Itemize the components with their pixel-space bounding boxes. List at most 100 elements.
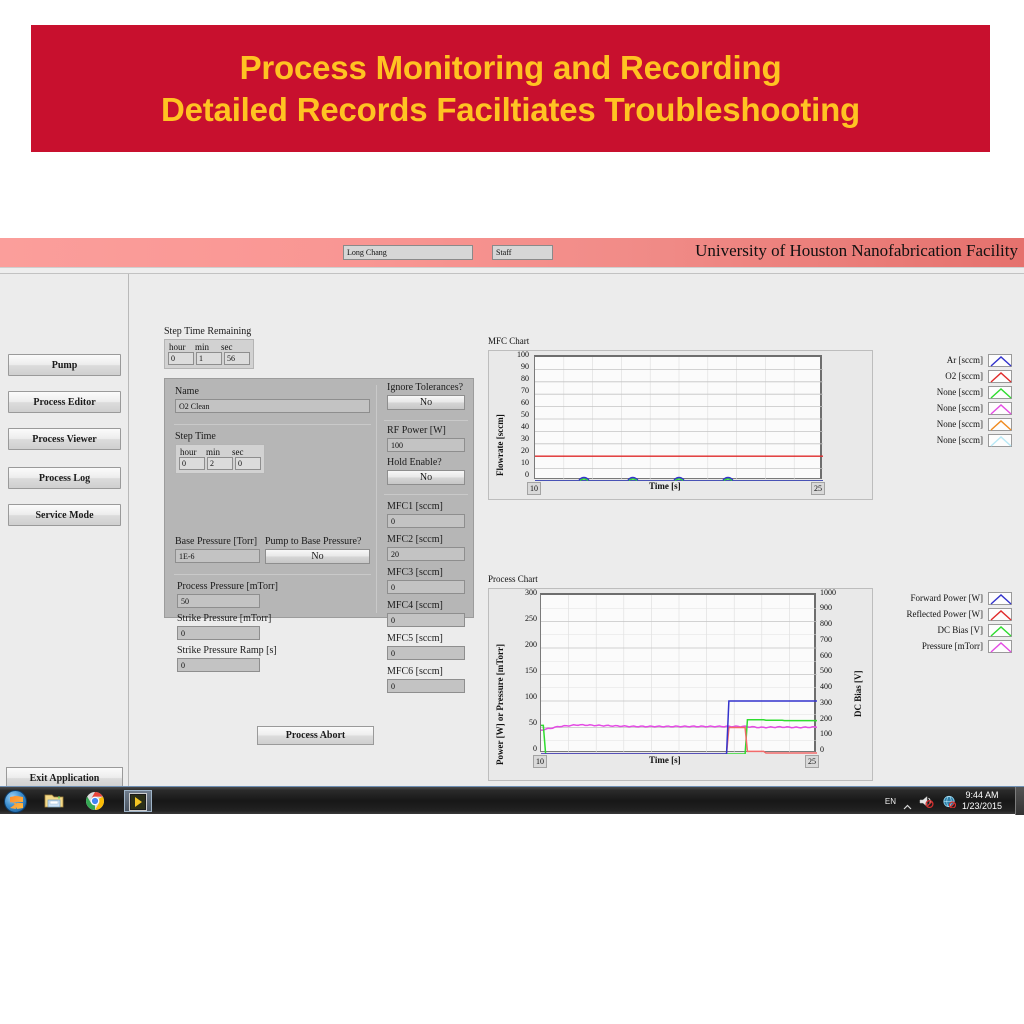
legend-row[interactable]: None [sccm] [872, 384, 1012, 400]
legend-row[interactable]: None [sccm] [872, 432, 1012, 448]
mfc6-input[interactable]: 0 [387, 679, 465, 693]
legend-row[interactable]: O2 [sccm] [872, 368, 1012, 384]
mfc5-input[interactable]: 0 [387, 646, 465, 660]
start-button-icon[interactable] [4, 790, 27, 813]
name-label: Name [175, 386, 199, 397]
mfc-ytick-80: 80 [521, 374, 529, 383]
remaining-sec-header: sec [221, 342, 233, 352]
mfc4-label: MFC4 [sccm] [387, 600, 443, 611]
process-abort-button[interactable]: Process Abort [257, 726, 374, 745]
mfc-legend-label-o2: O2 [sccm] [945, 371, 983, 381]
step-hour-input[interactable]: 0 [179, 457, 205, 470]
user-role-field[interactable]: Staff [492, 245, 553, 260]
step-sec-input[interactable]: 0 [235, 457, 261, 470]
hold-enable-label: Hold Enable? [387, 457, 442, 468]
mfc5-group: MFC5 [sccm] 0 [387, 633, 465, 660]
mfc-plot-area[interactable] [534, 355, 823, 481]
mfc-xtick-max: 25 [811, 482, 825, 495]
title-banner: Process Monitoring and Recording Detaile… [31, 25, 990, 152]
name-field-group: Name O2 Clean [175, 386, 370, 413]
proc-legend-label-pressure: Pressure [mTorr] [921, 641, 983, 651]
proc-y2tick-600: 600 [820, 651, 832, 660]
tray-expand-chevron-icon[interactable] [903, 798, 912, 816]
mfc1-input[interactable]: 0 [387, 514, 465, 528]
remaining-hour-value: 0 [168, 352, 194, 365]
mfc-ytick-90: 90 [521, 362, 529, 371]
labview-icon[interactable] [124, 790, 152, 812]
mfc6-group: MFC6 [sccm] 0 [387, 666, 465, 693]
process-pressure-input[interactable]: 50 [177, 594, 260, 608]
process-y2-axis-title: DC Bias [V] [853, 670, 863, 718]
ignore-tolerances-group: Ignore Tolerances? No [387, 382, 465, 410]
legend-row[interactable]: Pressure [mTorr] [866, 638, 1012, 654]
proc-y2tick-700: 700 [820, 635, 832, 644]
user-name-field[interactable]: Long Chang [343, 245, 473, 260]
banner-line-2: Detailed Records Faciltiates Troubleshoo… [160, 90, 860, 128]
mfc-ytick-40: 40 [521, 422, 529, 431]
base-pressure-input[interactable]: 1E-6 [175, 549, 260, 563]
proc-y2tick-100: 100 [820, 729, 832, 738]
mfc4-group: MFC4 [sccm] 0 [387, 600, 465, 627]
rf-power-input[interactable]: 100 [387, 438, 465, 452]
proc-y2tick-400: 400 [820, 682, 832, 691]
legend-row[interactable]: Forward Power [W] [866, 590, 1012, 606]
mfc2-group: MFC2 [sccm] 20 [387, 534, 465, 561]
hold-enable-toggle[interactable]: No [387, 470, 465, 485]
step-hour-header: hour [180, 447, 197, 457]
proc-legend-swatch-dcbias [988, 623, 1012, 637]
sidebar-item-process-editor[interactable]: Process Editor [8, 391, 121, 413]
mfc3-group: MFC3 [sccm] 0 [387, 567, 465, 594]
mfc3-input[interactable]: 0 [387, 580, 465, 594]
legend-row[interactable]: Reflected Power [W] [866, 606, 1012, 622]
show-desktop-button[interactable] [1015, 787, 1024, 815]
rf-power-group: RF Power [W] 100 [387, 425, 465, 452]
mfc-ytick-30: 30 [521, 434, 529, 443]
proc-y2tick-1000: 1000 [820, 588, 836, 597]
legend-row[interactable]: None [sccm] [872, 400, 1012, 416]
mfc2-input[interactable]: 20 [387, 547, 465, 561]
windows-taskbar: EN 9:44 AM 1/23/2015 [0, 786, 1024, 816]
process-plot-area[interactable] [540, 593, 817, 754]
legend-row[interactable]: None [sccm] [872, 416, 1012, 432]
panel-divider-2 [174, 574, 371, 575]
strike-ramp-input[interactable]: 0 [177, 658, 260, 672]
step-min-input[interactable]: 2 [207, 457, 233, 470]
remaining-sec-value: 56 [224, 352, 250, 365]
mfc-legend-swatch-ar [988, 353, 1012, 367]
name-input[interactable]: O2 Clean [175, 399, 370, 413]
mfc5-label: MFC5 [sccm] [387, 633, 443, 644]
proc-ytick-50: 50 [529, 718, 537, 727]
mfc-ytick-50: 50 [521, 410, 529, 419]
mfc-chart-frame: Flowrate [sccm] 100 90 80 70 60 50 40 30… [488, 350, 873, 500]
proc-y2tick-200: 200 [820, 714, 832, 723]
legend-row[interactable]: Ar [sccm] [872, 352, 1012, 368]
volume-muted-icon[interactable] [919, 795, 934, 813]
mfc-ytick-60: 60 [521, 398, 529, 407]
tray-clock-time[interactable]: 9:44 AM [952, 790, 1012, 800]
process-chart-legend: Forward Power [W] Reflected Power [W] DC… [866, 590, 1012, 654]
tray-clock-date[interactable]: 1/23/2015 [952, 801, 1012, 811]
proc-ytick-100: 100 [525, 692, 537, 701]
strike-pressure-input[interactable]: 0 [177, 626, 260, 640]
step-time-cluster: hour min sec 0 2 0 [175, 444, 265, 474]
mfc4-input[interactable]: 0 [387, 613, 465, 627]
explorer-icon[interactable] [44, 791, 64, 811]
mfc-chart-legend: Ar [sccm] O2 [sccm] None [sccm] None [sc… [872, 352, 1012, 448]
mfc-chart-title: MFC Chart [488, 336, 530, 346]
tray-language-indicator[interactable]: EN [885, 797, 896, 806]
banner-line-1: Process Monitoring and Recording [239, 48, 782, 86]
pump-to-base-toggle[interactable]: No [265, 549, 370, 564]
sidebar-item-pump[interactable]: Pump [8, 354, 121, 376]
legend-row[interactable]: DC Bias [V] [866, 622, 1012, 638]
sidebar-item-process-log[interactable]: Process Log [8, 467, 121, 489]
proc-xtick-min: 10 [533, 755, 547, 768]
sidebar-item-service-mode[interactable]: Service Mode [8, 504, 121, 526]
process-y-axis-title: Power [W] or Pressure [mTorr] [495, 644, 505, 765]
remaining-hour-header: hour [169, 342, 186, 352]
mfc3-label: MFC3 [sccm] [387, 567, 443, 578]
base-pressure-label: Base Pressure [Torr] [175, 536, 258, 547]
panel-divider-4 [384, 494, 468, 495]
sidebar-item-process-viewer[interactable]: Process Viewer [8, 428, 121, 450]
chrome-icon[interactable] [85, 791, 105, 811]
ignore-tolerances-toggle[interactable]: No [387, 395, 465, 410]
